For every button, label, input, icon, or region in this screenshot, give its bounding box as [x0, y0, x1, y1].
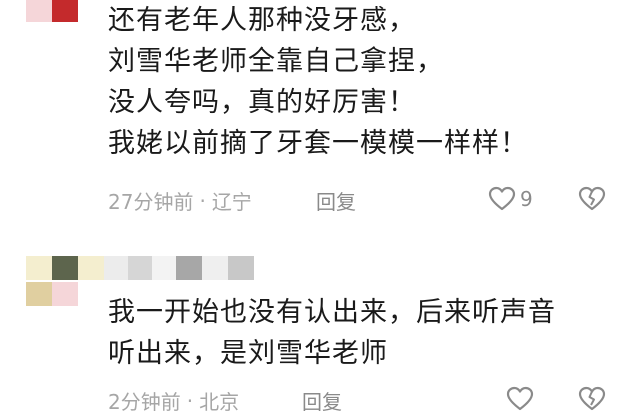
comment-location: 辽宁	[211, 190, 252, 214]
comment-item-2: 我一开始也没有认出来，后来听声音 听出来，是刘雪华老师 2分钟前 · 北京 回复	[0, 250, 640, 415]
comment-text: 还有老年人那种没牙感， 刘雪华老师全靠自己拿捏， 没人夸吗，真的好厉害！ 我姥以…	[108, 0, 628, 164]
dislike-button[interactable]	[578, 386, 606, 416]
meta-separator: ·	[186, 388, 194, 413]
comment-line: 我一开始也没有认出来，后来听声音	[108, 297, 556, 328]
avatar-tile	[128, 256, 152, 280]
avatar-tile	[202, 256, 228, 280]
avatar-tile	[78, 256, 104, 280]
comment-location: 北京	[199, 390, 240, 414]
comment-item-1: 还有老年人那种没牙感， 刘雪华老师全靠自己拿捏， 没人夸吗，真的好厉害！ 我姥以…	[0, 0, 640, 230]
avatar-tile	[52, 282, 78, 306]
heart-outline-icon	[488, 186, 516, 211]
avatar-tile	[26, 256, 52, 280]
comment-meta: 27分钟前 · 辽宁	[108, 186, 252, 215]
avatar-tile	[26, 0, 52, 22]
comment-line: 没人夸吗，真的好厉害！	[108, 87, 416, 118]
comment-text: 我一开始也没有认出来，后来听声音 听出来，是刘雪华老师	[108, 292, 628, 374]
avatar-tile	[26, 282, 52, 306]
avatar-tile	[152, 256, 176, 280]
like-count: 9	[520, 187, 533, 211]
comment-line: 听出来，是刘雪华老师	[108, 338, 388, 369]
meta-separator: ·	[199, 188, 206, 213]
comment-time: 27分钟前	[108, 190, 194, 214]
broken-heart-icon	[578, 186, 606, 211]
heart-outline-icon	[506, 386, 534, 411]
like-button[interactable]: 9	[488, 186, 533, 212]
avatar-tile	[176, 256, 202, 280]
comment-line: 还有老年人那种没牙感，	[108, 5, 416, 36]
comment-meta: 2分钟前 · 北京	[108, 386, 239, 415]
avatar-tile	[52, 256, 78, 280]
comment-time: 2分钟前	[108, 390, 181, 414]
avatar[interactable]	[26, 0, 82, 26]
avatar-tile	[52, 0, 78, 22]
reply-button[interactable]: 回复	[316, 186, 356, 215]
broken-heart-icon	[578, 386, 606, 411]
like-button[interactable]	[506, 386, 538, 412]
comment-line: 我姥以前摘了牙套一模模一样样！	[108, 128, 528, 159]
reply-button[interactable]: 回复	[302, 386, 342, 415]
avatar-tile	[228, 256, 254, 280]
dislike-button[interactable]	[578, 186, 606, 216]
comment-line: 刘雪华老师全靠自己拿捏，	[108, 46, 444, 77]
avatar-tile	[104, 256, 128, 280]
